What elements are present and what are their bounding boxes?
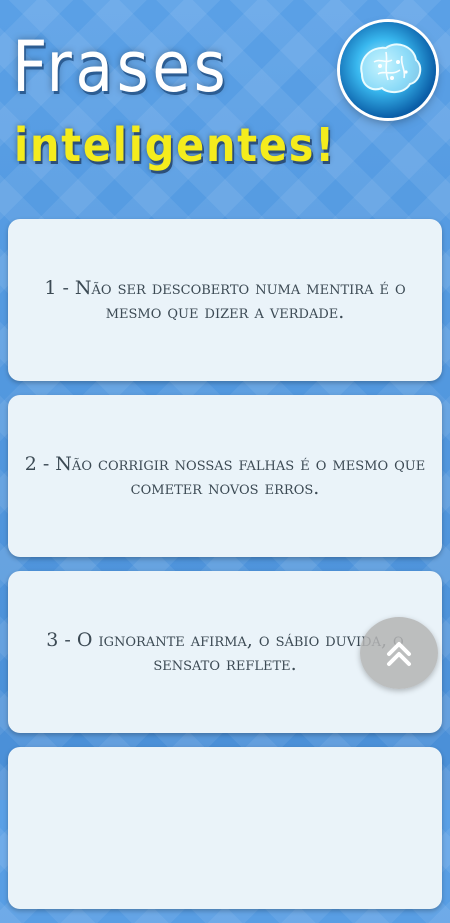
scroll-to-top-button[interactable] [360, 617, 438, 689]
quote-text: 1 - Não ser descoberto numa mentira é o … [44, 277, 406, 323]
quote-text: 2 - Não corrigir nossas falhas é o mesmo… [24, 453, 426, 499]
double-chevron-up-icon [387, 642, 411, 666]
app-title-line2: inteligentes! [14, 118, 336, 172]
brain-icon [340, 22, 436, 118]
quote-list: 1 - Não ser descoberto numa mentira é o … [8, 219, 442, 923]
quote-card[interactable]: 1 - Não ser descoberto numa mentira é o … [8, 219, 442, 381]
app-title-line1: Frases [12, 26, 230, 108]
quote-card[interactable] [8, 747, 442, 909]
quote-card[interactable]: 2 - Não corrigir nossas falhas é o mesmo… [8, 395, 442, 557]
app-header: Frases inteligentes! [0, 0, 450, 205]
